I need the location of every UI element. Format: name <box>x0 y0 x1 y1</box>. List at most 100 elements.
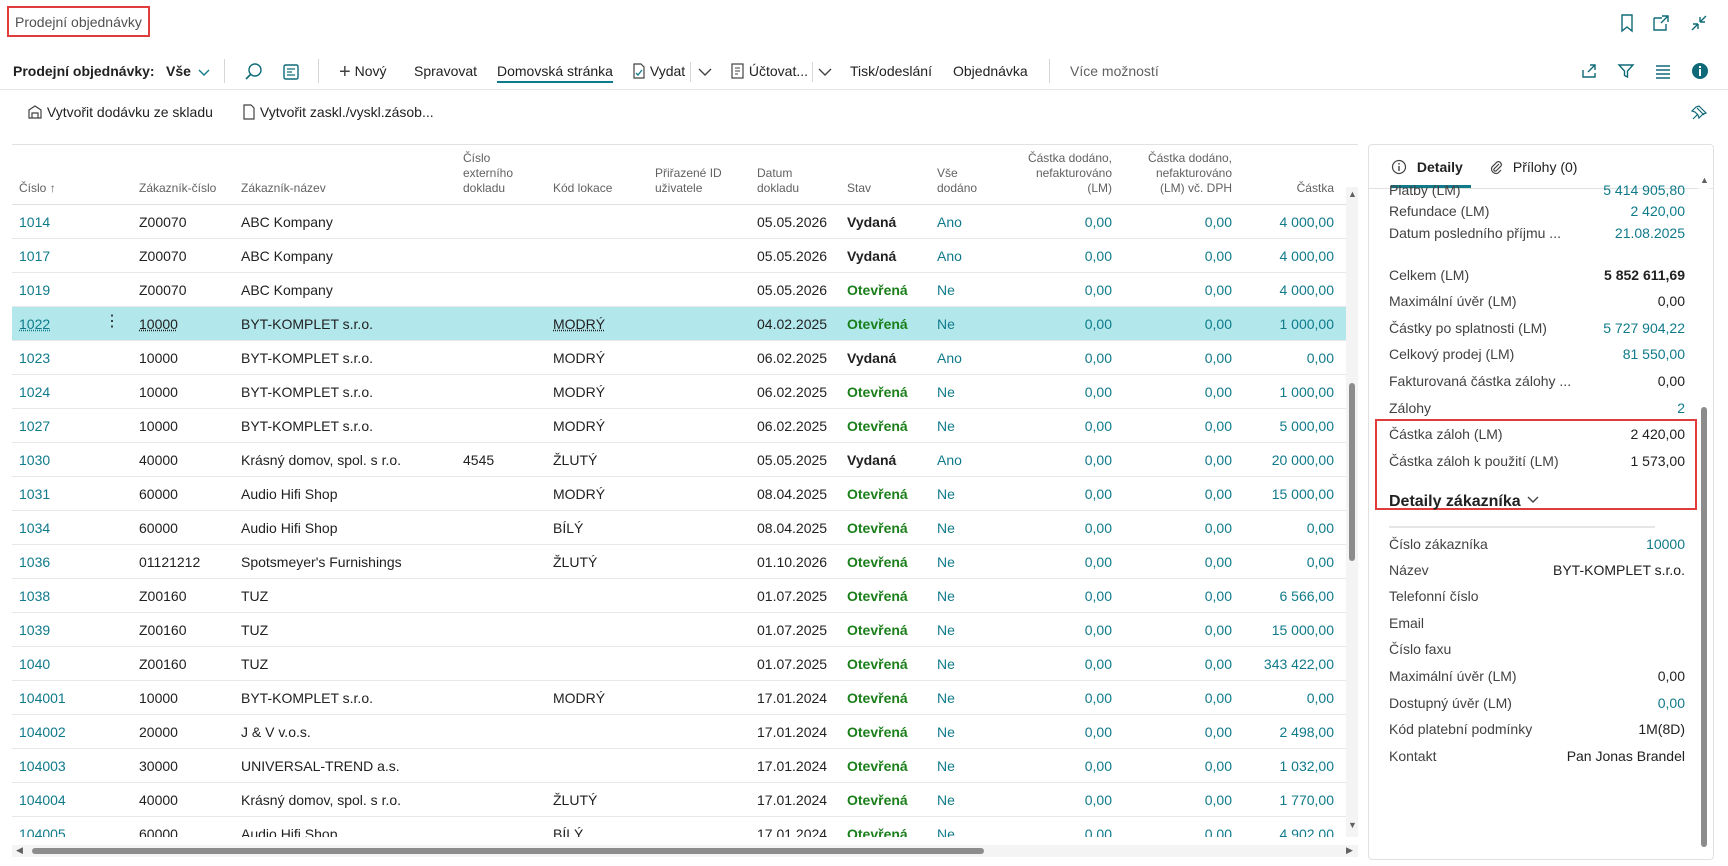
cell-shipped-not-invoiced-vat[interactable]: 0,00 <box>1112 723 1232 741</box>
share-icon[interactable] <box>1580 62 1598 80</box>
edit-list-icon[interactable] <box>281 62 301 82</box>
cell-completely-shipped[interactable]: Ne <box>937 281 955 299</box>
cell-completely-shipped[interactable]: Ne <box>937 587 955 605</box>
cell-completely-shipped[interactable]: Ne <box>937 485 955 503</box>
table-row[interactable]: 1023 10000 BYT-KOMPLET s.r.o. MODRÝ 06.02.20… <box>12 341 1346 375</box>
table-row[interactable]: 1027 10000 BYT-KOMPLET s.r.o. MODRÝ 06.02.20… <box>12 409 1346 443</box>
cell-amount[interactable]: 6 566,00 <box>1232 587 1335 605</box>
cell-order-number[interactable]: 1036 <box>19 553 50 571</box>
scrollbar-thumb[interactable] <box>32 848 984 854</box>
customer-field-value[interactable]: 10000 <box>1646 536 1685 552</box>
list-view-icon[interactable] <box>1654 62 1672 80</box>
cell-shipped-not-invoiced-vat[interactable]: 0,00 <box>1112 451 1232 469</box>
column-header-assigned-user[interactable]: Přiřazené ID uživatele <box>655 166 722 196</box>
cell-shipped-not-invoiced-vat[interactable]: 0,00 <box>1112 349 1232 367</box>
scrollbar-thumb[interactable] <box>1701 407 1707 847</box>
column-header-shipped-not-invoiced-vat[interactable]: Částka dodáno, nefakturováno (LM) vč. DPH <box>1112 151 1232 196</box>
cell-shipped-not-invoiced-vat[interactable]: 0,00 <box>1112 247 1232 265</box>
table-row[interactable]: 104004 40000 Krásný domov, spol. s r.o. ŽLU… <box>12 783 1346 817</box>
cell-shipped-not-invoiced[interactable]: 0,00 <box>1002 281 1112 299</box>
vertical-scrollbar[interactable]: ▲ ▼ <box>1346 187 1358 837</box>
table-row[interactable]: 1022 10000 BYT-KOMPLET s.r.o. MODRÝ 04.02.20… <box>12 307 1346 341</box>
cell-shipped-not-invoiced[interactable]: 0,00 <box>1002 349 1112 367</box>
collapse-icon[interactable] <box>1688 12 1710 34</box>
info-icon[interactable] <box>1690 61 1710 81</box>
scrollbar-thumb[interactable] <box>1349 383 1355 561</box>
table-row[interactable]: 1039 Z00160 TUZ 01.07.2025 Otevřená Ne 0,00 0,0… <box>12 613 1346 647</box>
cell-amount[interactable]: 0,00 <box>1232 349 1334 367</box>
cell-order-number[interactable]: 104005 <box>19 825 66 837</box>
more-options-button[interactable]: Více možností <box>1070 61 1159 83</box>
cell-completely-shipped[interactable]: Ne <box>937 825 955 837</box>
filter-icon[interactable] <box>1617 62 1635 80</box>
manage-button[interactable]: Spravovat <box>414 61 477 83</box>
cell-completely-shipped[interactable]: Ne <box>937 417 955 435</box>
column-header-external-doc[interactable]: Číslo externího dokladu <box>463 151 513 196</box>
cell-order-number[interactable]: 1040 <box>19 655 50 673</box>
cell-completely-shipped[interactable]: Ne <box>937 553 955 571</box>
chevron-down-icon[interactable] <box>818 68 832 77</box>
customer-details-header[interactable]: Detaily zákazníka <box>1389 491 1539 511</box>
cell-amount[interactable]: 2 498,00 <box>1232 723 1335 741</box>
cell-shipped-not-invoiced[interactable]: 0,00 <box>1002 383 1112 401</box>
cell-shipped-not-invoiced[interactable]: 0,00 <box>1002 247 1112 265</box>
column-header-status[interactable]: Stav <box>847 181 871 196</box>
cell-order-number[interactable]: 1014 <box>19 213 50 231</box>
cell-amount[interactable]: 20 000,00 <box>1232 451 1334 469</box>
tab-home[interactable]: Domovská stránka <box>497 61 613 83</box>
cell-order-number[interactable]: 1022 <box>19 315 50 333</box>
table-row[interactable]: 1031 60000 Audio Hifi Shop MODRÝ 08.04.2025 O… <box>12 477 1346 511</box>
open-new-window-icon[interactable] <box>1650 12 1672 34</box>
column-header-number[interactable]: Číslo ↑ <box>19 181 56 196</box>
cell-amount[interactable]: 1 770,00 <box>1232 791 1335 809</box>
new-button[interactable]: + Nový <box>339 61 386 83</box>
table-row[interactable]: 104002 20000 J & V v.o.s. 17.01.2024 Otevřen… <box>12 715 1346 749</box>
cell-completely-shipped[interactable]: Ne <box>937 621 955 639</box>
cell-shipped-not-invoiced[interactable]: 0,00 <box>1002 587 1112 605</box>
cell-shipped-not-invoiced[interactable]: 0,00 <box>1002 791 1112 809</box>
table-row[interactable]: 1034 60000 Audio Hifi Shop BÍLÝ 08.04.2025 Ot… <box>12 511 1346 545</box>
column-header-document-date[interactable]: Datum dokladu <box>757 166 799 196</box>
stat-value[interactable]: 5 727 904,22 <box>1603 320 1685 336</box>
table-row[interactable]: 1030 40000 Krásný domov, spol. s r.o. 4545 Ž… <box>12 443 1346 477</box>
cell-shipped-not-invoiced[interactable]: 0,00 <box>1002 825 1112 837</box>
cell-amount[interactable]: 343 422,00 <box>1232 655 1334 673</box>
cell-amount[interactable]: 4 000,00 <box>1232 281 1335 299</box>
cell-order-number[interactable]: 1030 <box>19 451 50 469</box>
view-selector[interactable]: Vše <box>166 61 210 83</box>
cell-completely-shipped[interactable]: Ano <box>937 247 962 265</box>
cell-shipped-not-invoiced[interactable]: 0,00 <box>1002 723 1112 741</box>
table-row[interactable]: 1019 Z00070 ABC Kompany 05.05.2026 Otevřená N… <box>12 273 1346 307</box>
cell-order-number[interactable]: 1031 <box>19 485 50 503</box>
cell-shipped-not-invoiced[interactable]: 0,00 <box>1002 757 1112 775</box>
create-shipment-button[interactable]: Vytvořit dodávku ze skladu <box>27 104 213 123</box>
cell-shipped-not-invoiced[interactable]: 0,00 <box>1002 519 1112 537</box>
cell-order-number[interactable]: 104004 <box>19 791 66 809</box>
cell-shipped-not-invoiced[interactable]: 0,00 <box>1002 213 1112 231</box>
column-header-amount[interactable]: Částka <box>1252 181 1334 196</box>
cell-order-number[interactable]: 104002 <box>19 723 66 741</box>
table-row[interactable]: 104005 60000 Audio Hifi Shop BÍLÝ 17.01.2024… <box>12 817 1346 837</box>
cell-shipped-not-invoiced[interactable]: 0,00 <box>1002 689 1112 707</box>
column-header-shipped-not-invoiced[interactable]: Částka dodáno, nefakturováno (LM) <box>1002 151 1112 196</box>
cell-order-number[interactable]: 104001 <box>19 689 66 707</box>
cell-amount[interactable]: 15 000,00 <box>1232 485 1334 503</box>
cell-order-number[interactable]: 1039 <box>19 621 50 639</box>
cell-shipped-not-invoiced[interactable]: 0,00 <box>1002 315 1112 333</box>
cell-shipped-not-invoiced-vat[interactable]: 0,00 <box>1112 315 1232 333</box>
cell-shipped-not-invoiced[interactable]: 0,00 <box>1002 553 1112 571</box>
stat-value[interactable]: 5 414 905,80 <box>1603 182 1685 198</box>
cell-completely-shipped[interactable]: Ano <box>937 213 962 231</box>
cell-shipped-not-invoiced[interactable]: 0,00 <box>1002 451 1112 469</box>
column-header-location[interactable]: Kód lokace <box>553 181 612 196</box>
cell-completely-shipped[interactable]: Ne <box>937 315 955 333</box>
column-header-customer-name[interactable]: Zákazník-název <box>241 181 326 196</box>
create-put-away-button[interactable]: Vytvořit zaskl./vyskl.zásob... <box>242 104 434 123</box>
cell-shipped-not-invoiced-vat[interactable]: 0,00 <box>1112 655 1232 673</box>
cell-completely-shipped[interactable]: Ano <box>937 349 962 367</box>
cell-order-number[interactable]: 1027 <box>19 417 50 435</box>
table-row[interactable]: 1036 01121212 Spotsmeyer's Furnishings ŽLUT… <box>12 545 1346 579</box>
cell-amount[interactable]: 15 000,00 <box>1232 621 1334 639</box>
cell-shipped-not-invoiced-vat[interactable]: 0,00 <box>1112 417 1232 435</box>
cell-order-number[interactable]: 1023 <box>19 349 50 367</box>
